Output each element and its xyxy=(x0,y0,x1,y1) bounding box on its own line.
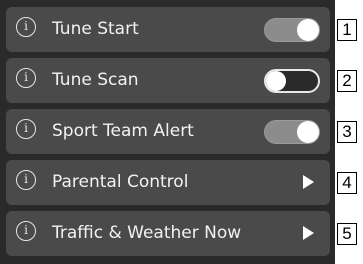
callout-number: 2 xyxy=(337,70,357,92)
callout-number: 5 xyxy=(337,223,357,245)
tune-start-toggle[interactable] xyxy=(264,18,320,42)
sport-team-alert-toggle[interactable] xyxy=(264,120,320,144)
toggle-knob xyxy=(266,71,286,91)
setting-row-tune-scan[interactable]: i Tune Scan xyxy=(6,58,330,103)
setting-row-sport-team-alert[interactable]: i Sport Team Alert xyxy=(6,109,330,154)
info-icon[interactable]: i xyxy=(16,221,36,241)
info-icon[interactable]: i xyxy=(16,17,36,37)
toggle-knob xyxy=(297,121,319,143)
setting-label: Sport Team Alert xyxy=(52,121,194,141)
setting-row-traffic-weather-now[interactable]: i Traffic & Weather Now xyxy=(6,211,330,256)
setting-label: Tune Start xyxy=(52,19,139,39)
callout-number: 4 xyxy=(337,172,357,194)
info-icon[interactable]: i xyxy=(16,170,36,190)
callout-number: 1 xyxy=(337,19,357,41)
setting-row-tune-start[interactable]: i Tune Start xyxy=(6,7,330,52)
toggle-knob xyxy=(297,19,319,41)
setting-row-parental-control[interactable]: i Parental Control xyxy=(6,160,330,205)
info-icon[interactable]: i xyxy=(16,68,36,88)
chevron-right-icon xyxy=(303,226,314,240)
tune-scan-toggle[interactable] xyxy=(264,69,320,93)
settings-panel: i Tune Start i Tune Scan i Sport Team Al… xyxy=(0,0,335,264)
setting-label: Traffic & Weather Now xyxy=(52,223,242,243)
setting-label: Parental Control xyxy=(52,172,189,192)
info-icon[interactable]: i xyxy=(16,119,36,139)
setting-label: Tune Scan xyxy=(52,70,139,90)
chevron-right-icon xyxy=(303,175,314,189)
callout-number: 3 xyxy=(337,121,357,143)
